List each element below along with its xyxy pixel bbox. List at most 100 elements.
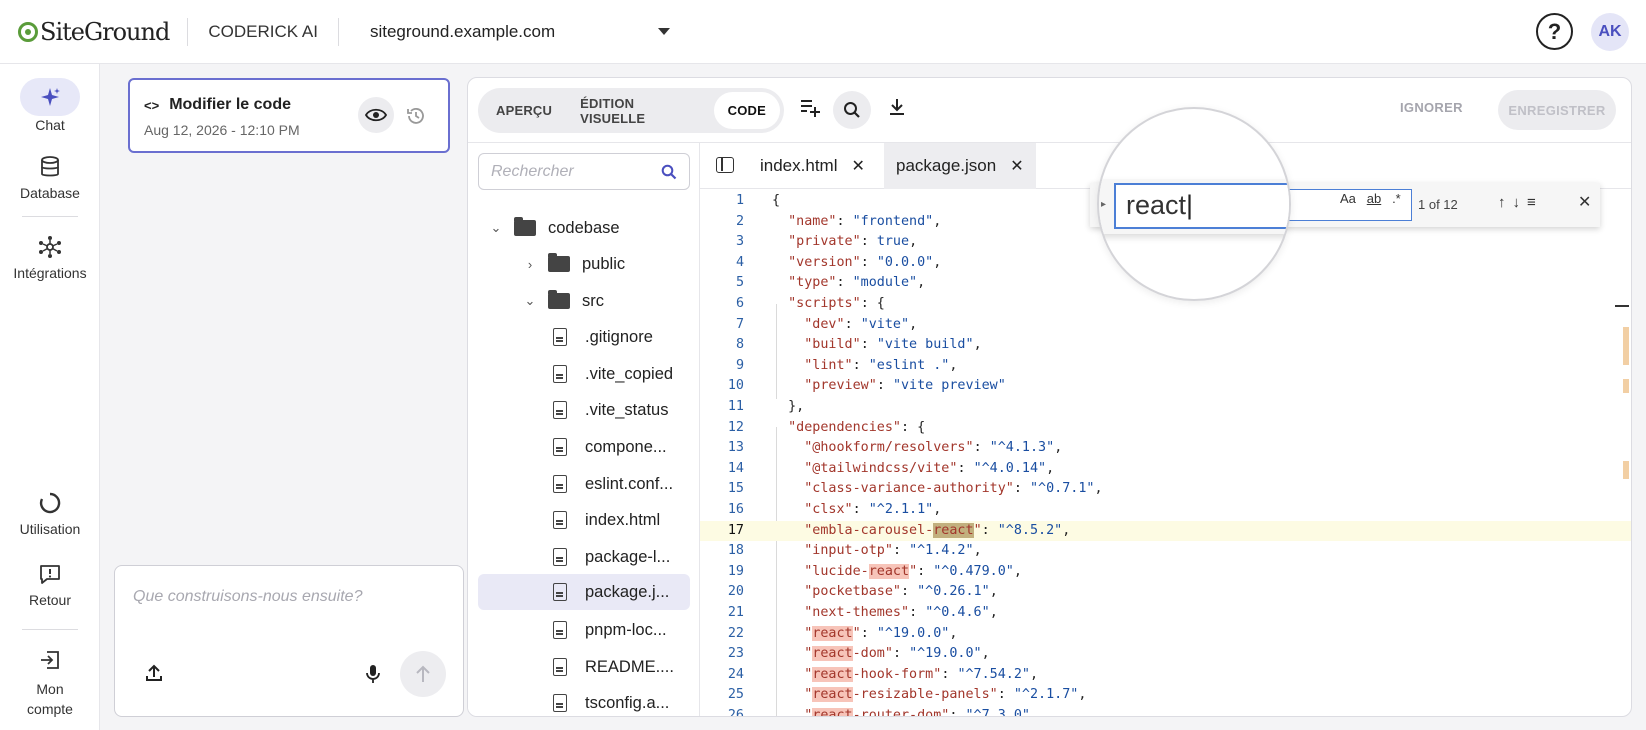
- line-source: },: [772, 399, 805, 414]
- code-line[interactable]: 15 "class-variance-authority": "^0.7.1",: [700, 479, 1631, 500]
- tree-label: index.html: [585, 510, 661, 529]
- avatar[interactable]: AK: [1591, 13, 1629, 51]
- tree-file[interactable]: eslint.conf...: [553, 466, 673, 502]
- tree-file[interactable]: .gitignore: [553, 319, 653, 355]
- arrow-up-icon[interactable]: ↑: [1498, 194, 1513, 211]
- line-number: 12: [727, 419, 744, 435]
- code-line[interactable]: 8 "build": "vite build",: [700, 335, 1631, 356]
- nav-item-feedback[interactable]: Retour: [0, 555, 100, 608]
- code-line[interactable]: 24 "react-hook-form": "^7.54.2",: [700, 665, 1631, 686]
- find-navigation: ↑↓≡: [1498, 194, 1543, 211]
- tab-visual-edit[interactable]: ÉDITION VISUELLE: [566, 92, 714, 129]
- tree-folder-public[interactable]: › public: [518, 246, 625, 282]
- tree-label: package.j...: [585, 582, 670, 601]
- tree-folder-codebase[interactable]: ⌄ codebase: [484, 210, 620, 246]
- version-title-text: Modifier le code: [169, 96, 291, 113]
- version-card[interactable]: <> Modifier le code Aug 12, 2026 - 12:10…: [128, 78, 450, 153]
- download-icon[interactable]: [888, 98, 906, 121]
- match-case-toggle[interactable]: Aa: [1340, 191, 1356, 206]
- tab-preview[interactable]: APERÇU: [482, 92, 566, 129]
- prompt-input[interactable]: Que construisons-nous ensuite?: [114, 565, 464, 717]
- code-line[interactable]: 16 "clsx": "^2.1.1",: [700, 500, 1631, 521]
- line-number: 8: [735, 337, 744, 353]
- tree-file[interactable]: pnpm-loc...: [553, 612, 667, 648]
- nav-item-integrations[interactable]: Intégrations: [0, 228, 100, 281]
- tab-code[interactable]: CODE: [713, 92, 780, 129]
- upload-icon[interactable]: [145, 664, 163, 687]
- code-line[interactable]: 9 "lint": "eslint .",: [700, 356, 1631, 377]
- tree-file[interactable]: tsconfig.a...: [553, 685, 669, 716]
- search-code-button[interactable]: [833, 91, 871, 129]
- code-line[interactable]: 14 "@tailwindcss/vite": "^4.0.14",: [700, 459, 1631, 480]
- code-line[interactable]: 21 "next-themes": "^0.4.6",: [700, 603, 1631, 624]
- save-button[interactable]: ENREGISTRER: [1498, 90, 1616, 130]
- tree-label: codebase: [548, 218, 620, 237]
- ignore-button[interactable]: IGNORER: [1400, 100, 1463, 115]
- code-line[interactable]: 26 "react-router-dom": "^7.3.0",: [700, 706, 1631, 717]
- code-line[interactable]: 22 "react": "^19.0.0",: [700, 624, 1631, 645]
- tree-file-selected[interactable]: package.j...: [478, 574, 690, 610]
- tree-file[interactable]: index.html: [553, 502, 660, 538]
- line-source: "class-variance-authority": "^0.7.1",: [804, 481, 1103, 497]
- search-icon: [661, 164, 677, 180]
- file-search-input[interactable]: Rechercher: [478, 153, 690, 190]
- send-button[interactable]: [400, 651, 446, 697]
- line-source: "scripts": {: [788, 296, 885, 311]
- code-line[interactable]: 7 "dev": "vite",: [700, 315, 1631, 336]
- nav-item-database[interactable]: Database: [0, 148, 100, 201]
- code-line[interactable]: 23 "react-dom": "^19.0.0",: [700, 644, 1631, 665]
- regex-toggle[interactable]: .*: [1392, 191, 1401, 206]
- nav-item-account[interactable]: Mon compte: [0, 641, 100, 719]
- line-number: 2: [735, 213, 744, 229]
- arrow-down-icon[interactable]: ↓: [1513, 194, 1528, 211]
- tree-file[interactable]: README....: [553, 649, 674, 685]
- close-icon[interactable]: ✕: [851, 156, 864, 176]
- magnified-find-input[interactable]: react|: [1114, 183, 1289, 229]
- code-line[interactable]: 11 },: [700, 397, 1631, 418]
- code-line[interactable]: 25 "react-resizable-panels": "^2.1.7",: [700, 685, 1631, 706]
- line-source: "embla-carousel-react": "^8.5.2",: [804, 522, 1071, 538]
- code-line[interactable]: 20 "pocketbase": "^0.26.1",: [700, 582, 1631, 603]
- file-search-placeholder: Rechercher: [491, 163, 574, 180]
- prompt-placeholder: Que construisons-nous ensuite?: [133, 588, 363, 605]
- find-in-selection-icon[interactable]: ≡: [1527, 194, 1543, 211]
- code-line[interactable]: 12 "dependencies": {: [700, 418, 1631, 439]
- line-number: 26: [727, 708, 744, 717]
- nav-item-usage[interactable]: Utilisation: [0, 484, 100, 537]
- tree-file[interactable]: .vite_status: [553, 392, 668, 428]
- tree-file[interactable]: package-l...: [553, 539, 670, 575]
- microphone-icon[interactable]: [365, 664, 381, 689]
- code-line[interactable]: 19 "lucide-react": "^0.479.0",: [700, 562, 1631, 583]
- tree-file[interactable]: .vite_copied: [553, 356, 673, 392]
- tree-file[interactable]: compone...: [553, 429, 667, 465]
- close-icon[interactable]: ✕: [1578, 192, 1591, 212]
- tree-label: src: [582, 291, 604, 310]
- code-line[interactable]: 13 "@hookform/resolvers": "^4.1.3",: [700, 438, 1631, 459]
- siteground-logo[interactable]: SiteGround: [18, 0, 170, 64]
- tab-package-json[interactable]: package.json ✕: [884, 143, 1036, 189]
- tab-index-html[interactable]: index.html ✕: [748, 143, 877, 189]
- help-button[interactable]: ?: [1536, 13, 1573, 50]
- code-icon: <>: [144, 97, 160, 113]
- code-line[interactable]: 18 "input-otp": "^1.4.2",: [700, 541, 1631, 562]
- domain-selector[interactable]: siteground.example.com: [370, 22, 670, 42]
- line-number: 15: [727, 481, 744, 497]
- line-source: "type": "module",: [788, 275, 926, 291]
- restore-history-icon[interactable]: [406, 106, 426, 131]
- find-query: react: [1126, 190, 1187, 220]
- line-source: "lint": "eslint .",: [804, 357, 958, 373]
- whole-word-toggle[interactable]: ab: [1367, 191, 1381, 206]
- tree-folder-src[interactable]: ⌄ src: [518, 283, 604, 319]
- code-line[interactable]: 10 "preview": "vite preview": [700, 376, 1631, 397]
- code-line[interactable]: 17 "embla-carousel-react": "^8.5.2",: [700, 520, 1631, 542]
- folder-icon: [548, 290, 570, 309]
- version-title: <> Modifier le code: [144, 96, 291, 114]
- close-icon[interactable]: ✕: [1010, 156, 1023, 176]
- file-icon: [553, 658, 567, 676]
- preview-eye-button[interactable]: [358, 97, 394, 133]
- add-to-chat-icon[interactable]: [799, 98, 821, 123]
- toggle-sidebar-icon[interactable]: [716, 157, 734, 173]
- nav-item-chat[interactable]: Chat: [0, 78, 100, 133]
- chevron-down-icon: ⌄: [524, 293, 536, 308]
- nav-separator: [22, 216, 78, 217]
